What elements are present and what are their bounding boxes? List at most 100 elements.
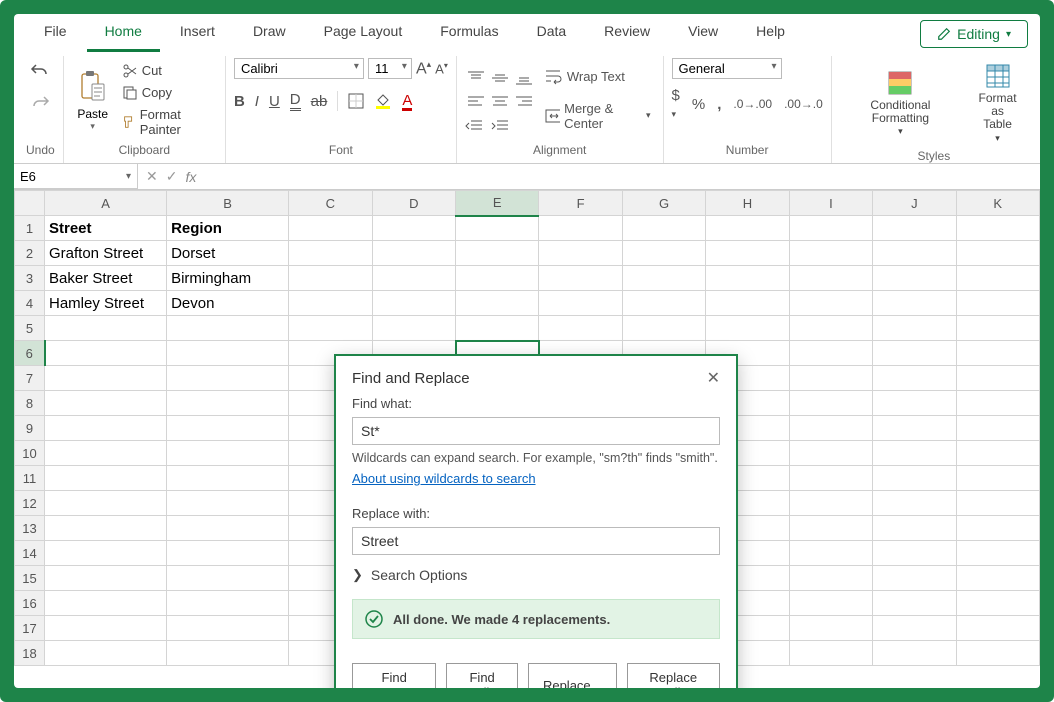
cell-B11[interactable] (167, 466, 289, 491)
formula-input[interactable] (204, 164, 1040, 189)
cell-J1[interactable] (873, 216, 956, 241)
cell-A14[interactable] (45, 541, 167, 566)
cell-I12[interactable] (789, 491, 872, 516)
cell-B5[interactable] (167, 316, 289, 341)
cell-G4[interactable] (622, 291, 705, 316)
cut-button[interactable]: Cut (120, 61, 217, 81)
merge-center-button[interactable]: Merge & Center▾ (541, 97, 655, 135)
cell-A2[interactable]: Grafton Street (45, 241, 167, 266)
cell-C5[interactable] (289, 316, 372, 341)
align-bottom-button[interactable] (513, 67, 535, 89)
cell-A12[interactable] (45, 491, 167, 516)
cell-B8[interactable] (167, 391, 289, 416)
cell-J14[interactable] (873, 541, 956, 566)
tab-file[interactable]: File (26, 17, 85, 52)
cell-I13[interactable] (789, 516, 872, 541)
font-size-dropdown[interactable]: 11 (368, 58, 412, 79)
decrease-decimal-button[interactable]: .00→.0 (784, 97, 823, 111)
column-header-E[interactable]: E (456, 191, 539, 216)
cell-J6[interactable] (873, 341, 956, 366)
editing-mode-button[interactable]: Editing ▾ (920, 20, 1028, 48)
cell-A3[interactable]: Baker Street (45, 266, 167, 291)
cell-K12[interactable] (956, 491, 1039, 516)
row-header-3[interactable]: 3 (15, 266, 45, 291)
row-header-1[interactable]: 1 (15, 216, 45, 241)
fill-color-button[interactable] (374, 92, 392, 110)
cell-B10[interactable] (167, 441, 289, 466)
cell-J13[interactable] (873, 516, 956, 541)
cell-F2[interactable] (539, 241, 622, 266)
cell-F5[interactable] (539, 316, 622, 341)
cell-B7[interactable] (167, 366, 289, 391)
cell-G1[interactable] (622, 216, 705, 241)
cell-K10[interactable] (956, 441, 1039, 466)
cell-I6[interactable] (789, 341, 872, 366)
paste-button[interactable]: Paste ▾ (72, 67, 114, 132)
row-header-13[interactable]: 13 (15, 516, 45, 541)
cell-D2[interactable] (372, 241, 455, 266)
wrap-text-button[interactable]: Wrap Text (541, 65, 655, 89)
wildcard-help-link[interactable]: About using wildcards to search (352, 471, 720, 486)
tab-insert[interactable]: Insert (162, 17, 233, 52)
copy-button[interactable]: Copy (120, 83, 217, 103)
cell-B14[interactable] (167, 541, 289, 566)
cell-K5[interactable] (956, 316, 1039, 341)
cell-I14[interactable] (789, 541, 872, 566)
cell-G5[interactable] (622, 316, 705, 341)
column-header-K[interactable]: K (956, 191, 1039, 216)
cell-J9[interactable] (873, 416, 956, 441)
cell-D3[interactable] (372, 266, 455, 291)
name-box[interactable]: E6 ▾ (14, 164, 138, 189)
decrease-indent-button[interactable] (465, 119, 483, 133)
align-right-button[interactable] (513, 91, 535, 113)
cell-A16[interactable] (45, 591, 167, 616)
cell-I2[interactable] (789, 241, 872, 266)
column-header-G[interactable]: G (622, 191, 705, 216)
tab-page-layout[interactable]: Page Layout (306, 17, 421, 52)
cell-K7[interactable] (956, 366, 1039, 391)
row-header-16[interactable]: 16 (15, 591, 45, 616)
replace-button[interactable]: Replace... (528, 663, 617, 688)
cell-B13[interactable] (167, 516, 289, 541)
cell-A9[interactable] (45, 416, 167, 441)
cell-K4[interactable] (956, 291, 1039, 316)
tab-home[interactable]: Home (87, 17, 160, 52)
cell-K17[interactable] (956, 616, 1039, 641)
cell-G2[interactable] (622, 241, 705, 266)
cell-D4[interactable] (372, 291, 455, 316)
comma-format-button[interactable]: , (717, 96, 721, 113)
cell-H3[interactable] (706, 266, 789, 291)
row-header-17[interactable]: 17 (15, 616, 45, 641)
number-format-dropdown[interactable]: General (672, 58, 782, 79)
cell-K1[interactable] (956, 216, 1039, 241)
cell-A10[interactable] (45, 441, 167, 466)
cell-C3[interactable] (289, 266, 372, 291)
search-options-toggle[interactable]: ❯ Search Options (352, 561, 720, 589)
cell-B18[interactable] (167, 641, 289, 666)
row-header-10[interactable]: 10 (15, 441, 45, 466)
format-painter-button[interactable]: Format Painter (120, 105, 217, 139)
cell-B17[interactable] (167, 616, 289, 641)
cell-J8[interactable] (873, 391, 956, 416)
cell-J16[interactable] (873, 591, 956, 616)
cell-A5[interactable] (45, 316, 167, 341)
row-header-12[interactable]: 12 (15, 491, 45, 516)
undo-button[interactable] (26, 58, 54, 82)
cell-A8[interactable] (45, 391, 167, 416)
cell-K8[interactable] (956, 391, 1039, 416)
cell-J7[interactable] (873, 366, 956, 391)
cell-I7[interactable] (789, 366, 872, 391)
cell-B16[interactable] (167, 591, 289, 616)
tab-help[interactable]: Help (738, 17, 803, 52)
cell-J5[interactable] (873, 316, 956, 341)
cell-H2[interactable] (706, 241, 789, 266)
cell-I8[interactable] (789, 391, 872, 416)
increase-font-button[interactable]: A▴ (416, 59, 431, 78)
cell-A4[interactable]: Hamley Street (45, 291, 167, 316)
cell-F3[interactable] (539, 266, 622, 291)
cell-K9[interactable] (956, 416, 1039, 441)
increase-decimal-button[interactable]: .0→.00 (733, 97, 772, 111)
italic-button[interactable]: I (255, 93, 259, 110)
column-header-H[interactable]: H (706, 191, 789, 216)
borders-button[interactable] (348, 93, 364, 109)
